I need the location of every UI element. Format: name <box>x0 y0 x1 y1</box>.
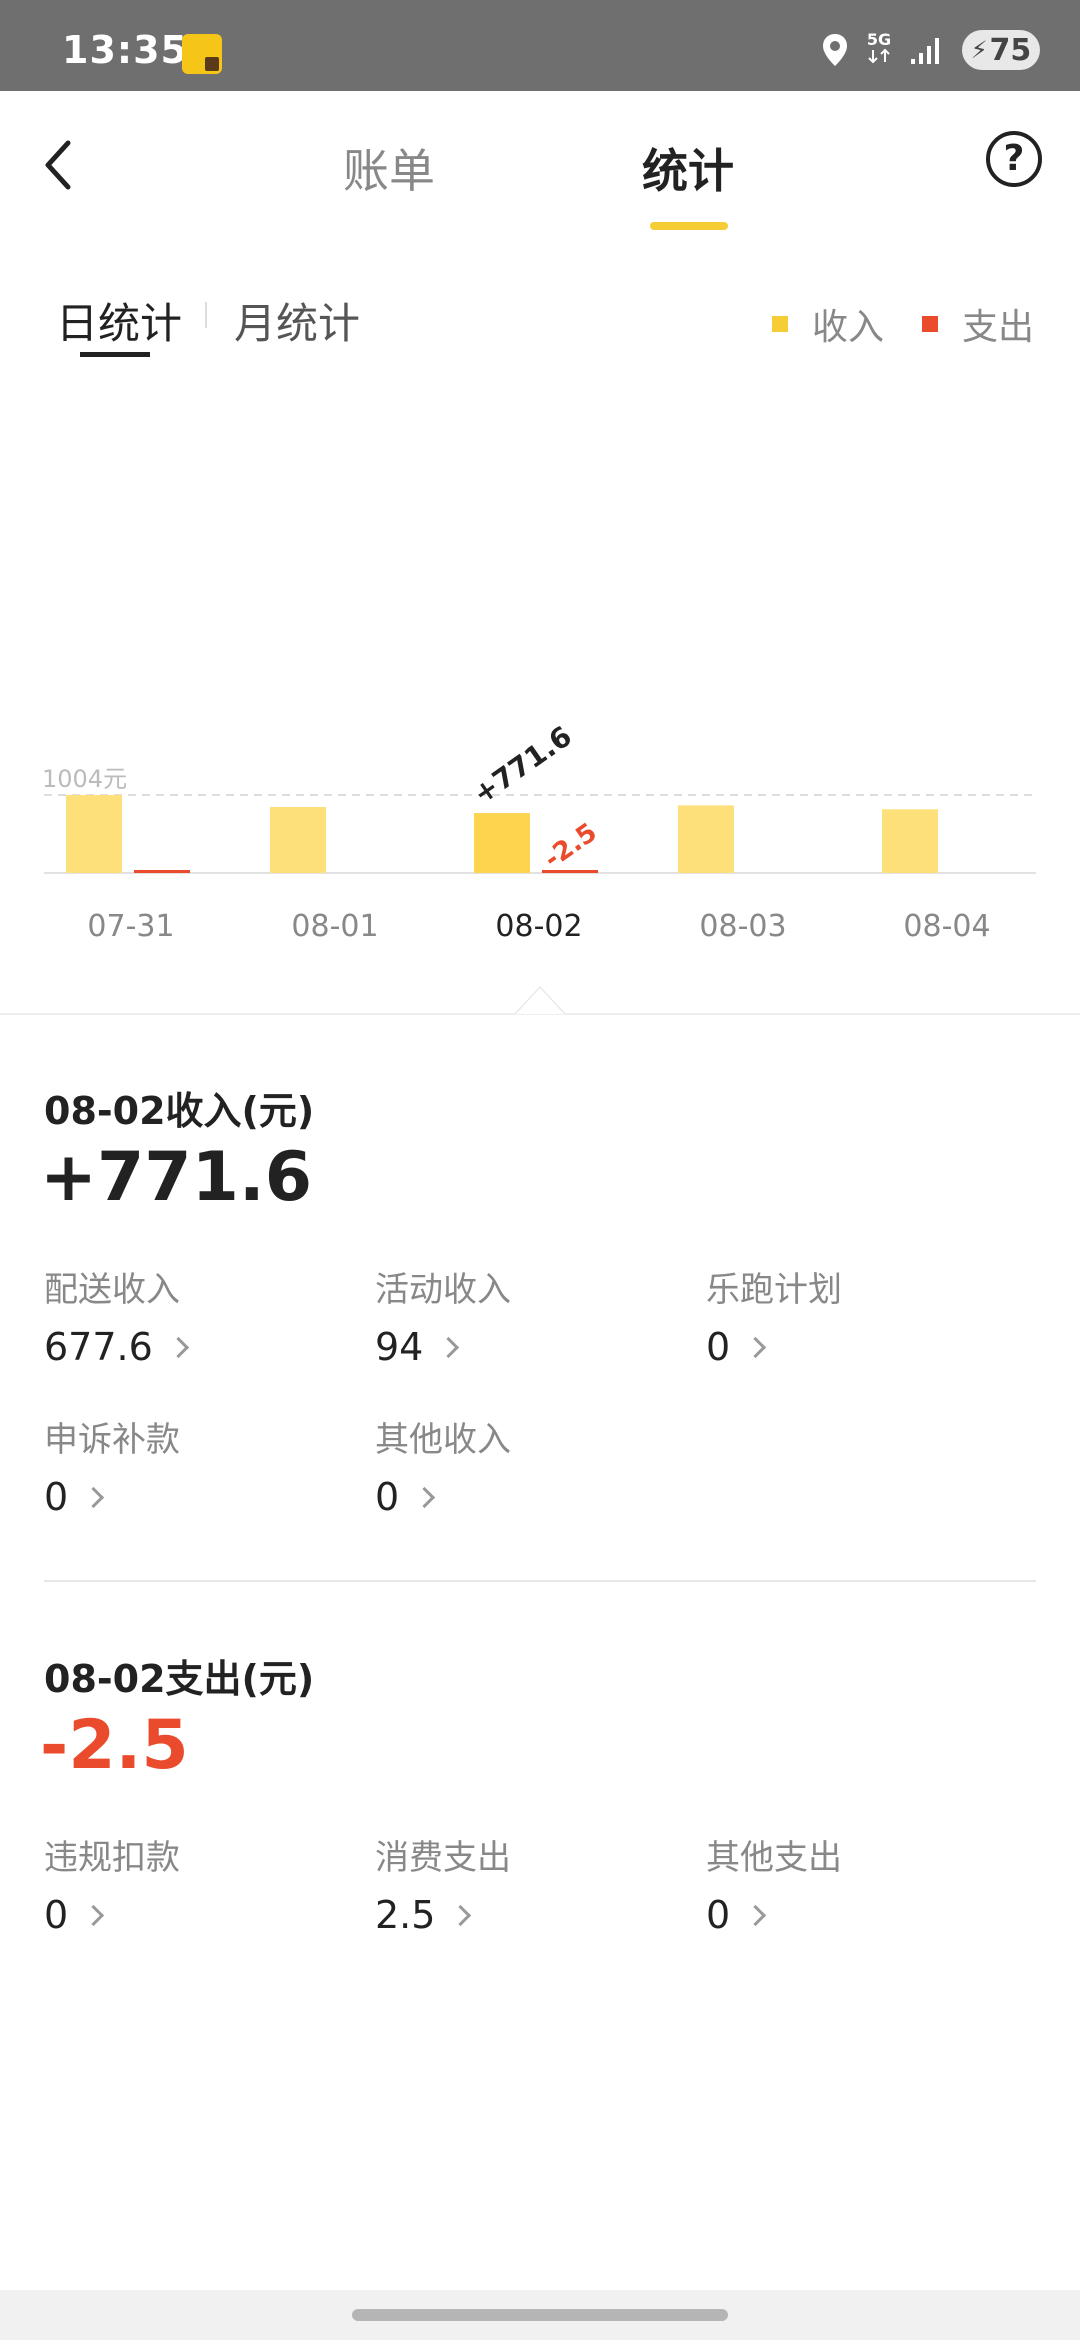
chevron-right-icon <box>83 1486 105 1508</box>
legend-expense: 支出 <box>922 298 1034 350</box>
item-value-row: 94 <box>375 1325 675 1369</box>
chevron-right-icon <box>438 1336 460 1358</box>
status-time: 13:35 <box>62 28 188 72</box>
x-tick-label: 08-01 <box>291 909 378 944</box>
item-label: 配送收入 <box>44 1270 180 1310</box>
item-value-row: 0 <box>44 1893 344 1937</box>
income-amount: +771.6 <box>40 1138 313 1217</box>
battery-icon: ⚡ 75 <box>962 30 1040 70</box>
subtab-daily[interactable]: 日统计 <box>56 290 182 351</box>
item-value: 94 <box>375 1325 424 1369</box>
item-value-row: 0 <box>375 1475 675 1519</box>
app-icon <box>182 34 222 74</box>
income-title: 08-02收入(元) <box>44 1089 315 1133</box>
x-tick-label: 08-04 <box>903 909 990 944</box>
selected-day-pointer <box>514 986 566 1014</box>
legend-expense-swatch <box>922 316 938 332</box>
income-item-appeal[interactable]: 申诉补款 0 <box>44 1412 344 1519</box>
income-bar <box>882 809 938 873</box>
x-tick-label: 07-31 <box>87 909 174 944</box>
item-value: 2.5 <box>375 1893 436 1937</box>
income-bar <box>678 805 734 873</box>
chevron-right-icon <box>745 1336 767 1358</box>
income-bar <box>270 806 326 873</box>
status-icons: 5G ⚡ 75 <box>822 30 1040 70</box>
item-value: 0 <box>44 1475 69 1519</box>
income-item-run-plan[interactable]: 乐跑计划 0 <box>706 1262 1006 1369</box>
income-bar <box>66 795 122 873</box>
item-value-row: 2.5 <box>375 1893 675 1937</box>
item-label: 其他支出 <box>706 1838 842 1878</box>
expense-annotation: -2.5 <box>539 818 603 875</box>
item-label: 其他收入 <box>375 1420 511 1460</box>
reference-line-label: 1004元 <box>42 765 127 793</box>
subtab-monthly[interactable]: 月统计 <box>234 290 360 351</box>
income-item-other[interactable]: 其他收入 0 <box>375 1412 675 1519</box>
expense-bar <box>542 870 598 873</box>
active-tab-indicator <box>650 222 728 230</box>
status-bar: 13:35 5G ⚡ 75 <box>0 0 1080 91</box>
item-label: 消费支出 <box>375 1838 511 1878</box>
item-value: 0 <box>375 1475 400 1519</box>
expense-amount: -2.5 <box>40 1706 189 1785</box>
item-value: 0 <box>706 1325 731 1369</box>
data-arrows-icon <box>868 48 890 64</box>
network-label: 5G <box>866 30 892 49</box>
expense-item-consumption[interactable]: 消费支出 2.5 <box>375 1830 675 1937</box>
income-item-delivery[interactable]: 配送收入 677.6 <box>44 1262 344 1369</box>
network-indicator: 5G <box>866 32 892 68</box>
tab-bill[interactable]: 账单 <box>343 135 435 201</box>
location-icon <box>823 34 847 66</box>
daily-bar-chart[interactable]: 1004元 07-31 08-01 08-02 +771.6 -2.5 08-03 08-04 <box>0 720 1080 1020</box>
x-tick-label: 08-02 <box>495 909 582 944</box>
chevron-right-icon <box>450 1904 472 1926</box>
x-tick-label: 08-03 <box>699 909 786 944</box>
legend-income-swatch <box>772 316 788 332</box>
item-value-row: 677.6 <box>44 1325 344 1369</box>
subtab-active-indicator <box>80 352 150 357</box>
tab-stats[interactable]: 统计 <box>642 135 734 201</box>
item-value-row: 0 <box>706 1893 1006 1937</box>
chevron-left-icon[interactable] <box>38 135 82 195</box>
item-value-row: 0 <box>706 1325 1006 1369</box>
income-bar <box>474 813 530 873</box>
top-nav: 账单 统计 ? <box>0 91 1080 241</box>
expense-bar <box>134 870 190 873</box>
signal-icon <box>911 38 939 64</box>
item-label: 乐跑计划 <box>706 1270 842 1310</box>
expense-item-other[interactable]: 其他支出 0 <box>706 1830 1006 1937</box>
expense-item-violation[interactable]: 违规扣款 0 <box>44 1830 344 1937</box>
item-label: 申诉补款 <box>44 1420 180 1460</box>
item-label: 活动收入 <box>375 1270 511 1310</box>
question-circle-icon[interactable]: ? <box>986 131 1042 187</box>
item-value: 0 <box>706 1893 731 1937</box>
home-indicator[interactable] <box>352 2309 728 2321</box>
item-value: 0 <box>44 1893 69 1937</box>
chevron-right-icon <box>745 1904 767 1926</box>
item-value-row: 0 <box>44 1475 344 1519</box>
income-annotation: +771.6 <box>467 720 578 811</box>
legend-income-label: 收入 <box>812 307 885 348</box>
charging-bolt-icon: ⚡ <box>970 36 988 64</box>
item-label: 违规扣款 <box>44 1838 180 1878</box>
legend-expense-label: 支出 <box>962 307 1035 348</box>
item-value: 677.6 <box>44 1325 153 1369</box>
chevron-right-icon <box>414 1486 436 1508</box>
section-divider <box>44 1580 1036 1582</box>
chevron-right-icon <box>83 1904 105 1926</box>
subtab-separator <box>205 302 207 328</box>
chevron-right-icon <box>167 1336 189 1358</box>
expense-title: 08-02支出(元) <box>44 1657 315 1701</box>
income-item-activity[interactable]: 活动收入 94 <box>375 1262 675 1369</box>
battery-level: 75 <box>989 32 1032 68</box>
legend-income: 收入 <box>772 298 884 350</box>
